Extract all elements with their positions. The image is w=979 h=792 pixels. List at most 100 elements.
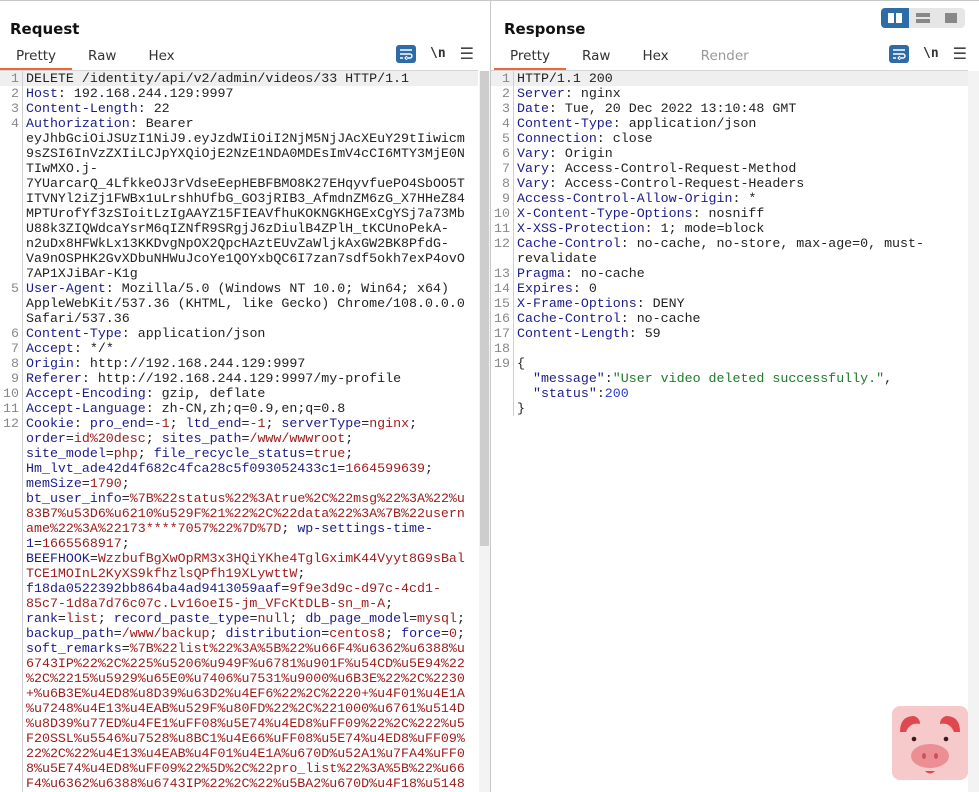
header-name: Access-Control-Allow-Origin xyxy=(517,191,733,206)
show-newlines-button[interactable]: \n xyxy=(430,46,446,61)
line-number: 9 xyxy=(0,371,23,386)
header-value: DENY xyxy=(652,296,685,311)
line-content: DELETE /identity/api/v2/admin/videos/33 … xyxy=(26,71,410,86)
header-name: Connection xyxy=(517,131,597,146)
line-content: Vary: Origin xyxy=(517,146,613,161)
request-title: Request xyxy=(10,20,80,38)
cookie-name: serverType xyxy=(281,416,362,431)
side-by-side-layout-icon[interactable] xyxy=(881,8,909,28)
line-content: Authorization: Bearer eyJhbGciOiJSUzI1Ni… xyxy=(26,116,465,281)
line-content: Content-Length: 59 xyxy=(517,326,661,341)
cookie-value: true xyxy=(313,446,346,461)
request-toolbar: \n ☰ xyxy=(396,44,474,63)
word-wrap-icon[interactable] xyxy=(396,44,416,63)
header-value: zh-CN,zh;q=0.9,en;q=0.8 xyxy=(161,401,346,416)
line-content: Accept-Language: zh-CN,zh;q=0.9,en;q=0.8 xyxy=(26,401,346,416)
line-number: 18 xyxy=(491,341,514,356)
tab-render[interactable]: Render xyxy=(685,46,765,68)
header-name: X-XSS-Protection xyxy=(517,221,645,236)
header-name: Authorization xyxy=(26,116,130,131)
code-line: 4 Authorization: Bearer eyJhbGciOiJSUzI1N… xyxy=(0,116,478,281)
line-content: X-Content-Type-Options: nosniff xyxy=(517,206,765,221)
code-line: 7 Accept: */* xyxy=(0,341,478,356)
header-name: Referer xyxy=(26,371,82,386)
code-line: 15 X-Frame-Options: DENY xyxy=(491,296,968,311)
line-number: 4 xyxy=(491,116,514,131)
tab-raw[interactable]: Raw xyxy=(72,46,132,68)
cookie-value: /www/backup xyxy=(121,626,210,641)
line-number: 2 xyxy=(491,86,514,101)
code-line: 1 HTTP/1.1 200 xyxy=(491,71,968,86)
code-line: 14 Expires: 0 xyxy=(491,281,968,296)
tab-pretty[interactable]: Pretty xyxy=(0,46,73,70)
tab-raw[interactable]: Raw xyxy=(566,46,626,68)
line-number: 7 xyxy=(491,161,514,176)
cookie-value: -1 xyxy=(249,416,266,431)
cookie-name: db_page_model xyxy=(305,611,410,626)
tab-pretty[interactable]: Pretty xyxy=(494,46,567,70)
header-value: Access-Control-Request-Method xyxy=(564,161,797,176)
response-pane: Response Pretty Raw Hex Render \n ☰ 1 HTT… xyxy=(490,1,979,792)
request-scrollbar[interactable] xyxy=(479,71,490,792)
line-number: 5 xyxy=(491,131,514,146)
line-content: Accept-Encoding: gzip, deflate xyxy=(26,386,266,401)
header-value: application/json xyxy=(628,116,757,131)
cookie-name: force xyxy=(401,626,441,641)
response-title: Response xyxy=(504,20,586,38)
tab-hex[interactable]: Hex xyxy=(626,46,684,68)
single-layout-icon[interactable] xyxy=(937,8,965,28)
request-editor[interactable]: 1 DELETE /identity/api/v2/admin/videos/33… xyxy=(0,70,478,792)
request-pane: Request Pretty Raw Hex \n ☰ 1 DELETE /ide… xyxy=(0,1,490,792)
response-editor[interactable]: 1 HTTP/1.1 200 2 Server: nginx 3 Date: Tue, 2… xyxy=(491,70,968,792)
line-number: 19 xyxy=(491,356,514,371)
cookie-value: mysql xyxy=(417,611,457,626)
line-content: Server: nginx xyxy=(517,86,621,101)
line-content: Cookie: pro_end=-1; ltd_end=-1; serverTy… xyxy=(23,416,470,792)
cookie-name: site_model xyxy=(26,446,106,461)
menu-icon[interactable]: ☰ xyxy=(953,44,967,63)
line-content: Accept: */* xyxy=(26,341,114,356)
line-content: Vary: Access-Control-Request-Method xyxy=(517,161,797,176)
line-number: 1 xyxy=(491,71,514,86)
header-value: gzip, deflate xyxy=(161,386,266,401)
show-newlines-button[interactable]: \n xyxy=(923,46,939,61)
cookie-value: WzzbufBgXwOpRM3x3HQiYKhe4TglGximK44Vyyt8… xyxy=(26,551,465,581)
header-name: Cookie xyxy=(26,416,74,431)
line-number: 6 xyxy=(0,326,23,341)
cookie-value: centos8 xyxy=(329,626,386,641)
cookie-name: distribution xyxy=(225,626,322,641)
line-number: 6 xyxy=(491,146,514,161)
line-number: 11 xyxy=(491,221,514,236)
line-number: 7 xyxy=(0,341,23,356)
header-name: Pragma xyxy=(517,266,565,281)
line-number: 17 xyxy=(491,326,514,341)
scrollbar-thumb[interactable] xyxy=(480,71,489,546)
stacked-layout-icon[interactable] xyxy=(909,8,937,28)
header-name: Expires xyxy=(517,281,573,296)
header-value: Bearer eyJhbGciOiJSUzI1NiJ9.eyJzdWIiOiI2… xyxy=(26,116,465,281)
code-line: 6 Content-Type: application/json xyxy=(0,326,478,341)
line-number: 12 xyxy=(0,416,23,792)
header-value: http://192.168.244.129:9997 xyxy=(89,356,306,371)
line-content: } xyxy=(517,401,525,416)
word-wrap-icon[interactable] xyxy=(889,44,909,63)
line-content: Vary: Access-Control-Request-Headers xyxy=(517,176,805,191)
code-line: 16 Cache-Control: no-cache xyxy=(491,311,968,326)
header-value: Origin xyxy=(564,146,613,161)
header-name: Cache-Control xyxy=(517,311,621,326)
line-number: 3 xyxy=(0,101,23,116)
tab-hex[interactable]: Hex xyxy=(132,46,190,68)
line-content: { xyxy=(517,356,525,371)
line-number: 16 xyxy=(491,311,514,326)
menu-icon[interactable]: ☰ xyxy=(460,44,474,63)
code-line: "status":200 xyxy=(491,386,968,401)
header-name: Server xyxy=(517,86,565,101)
header-value: application/json xyxy=(137,326,266,341)
header-value: 59 xyxy=(644,326,661,341)
line-content: Cache-Control: no-cache, no-store, max-a… xyxy=(517,236,924,266)
response-scrollbar[interactable] xyxy=(968,71,979,792)
cookie-value: 0 xyxy=(448,626,457,641)
json-value: "User video deleted successfully." xyxy=(612,371,885,386)
line-content: Expires: 0 xyxy=(517,281,597,296)
header-value: */* xyxy=(89,341,114,356)
